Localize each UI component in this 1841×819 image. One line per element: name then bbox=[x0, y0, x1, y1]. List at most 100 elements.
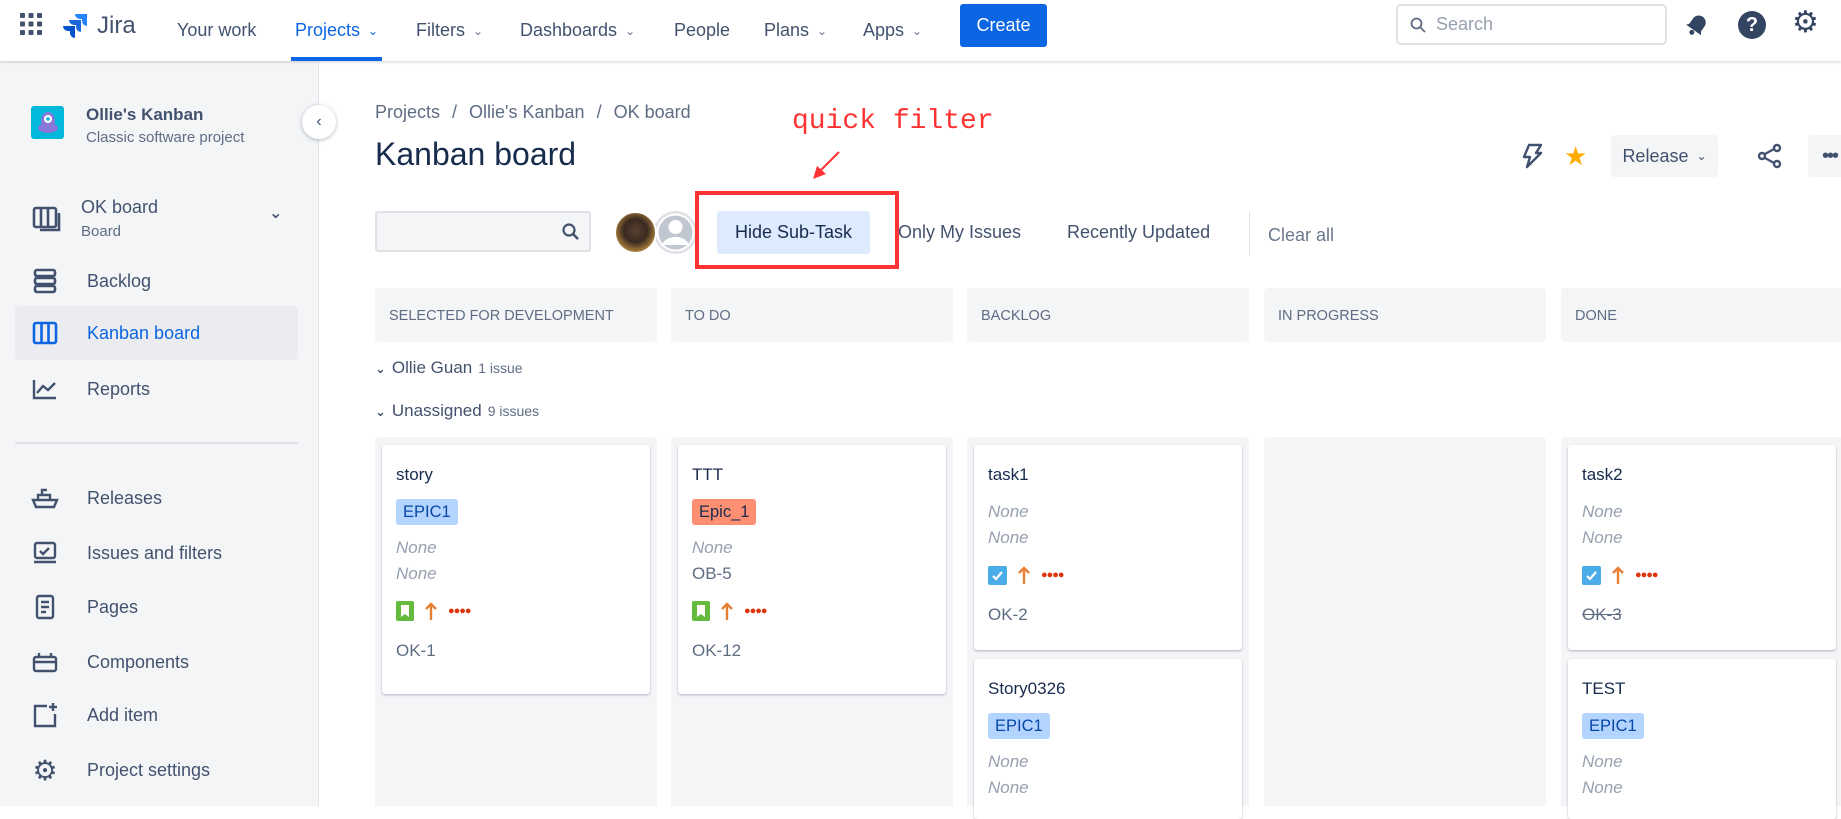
nav-filters[interactable]: Filters ⌄ bbox=[416, 0, 483, 61]
swimlane-count: 1 issue bbox=[478, 360, 523, 376]
swimlane-unassigned[interactable]: ⌄ Unassigned 9 issues bbox=[375, 401, 539, 421]
reports-chart-icon bbox=[31, 378, 59, 400]
issue-card-ok-12[interactable]: TTT Epic_1 None OB-5 ●●●● OK-12 bbox=[678, 445, 946, 694]
jira-logo[interactable]: Jira bbox=[63, 12, 136, 40]
board-subtitle: Board bbox=[81, 223, 122, 240]
sidebar-item-label: Pages bbox=[87, 596, 139, 617]
issue-key[interactable]: OK-2 bbox=[988, 603, 1228, 627]
create-button[interactable]: Create bbox=[960, 4, 1047, 47]
column-header-in-progress: IN PROGRESS bbox=[1264, 288, 1546, 342]
nav-projects[interactable]: Projects ⌄ bbox=[290, 0, 383, 61]
issue-card-story0326[interactable]: Story0326 EPIC1 None None bbox=[974, 659, 1242, 819]
epic-label[interactable]: EPIC1 bbox=[396, 499, 458, 525]
card-field: None bbox=[1582, 778, 1623, 797]
breadcrumb-board[interactable]: OK board bbox=[614, 102, 691, 123]
releases-ship-icon bbox=[31, 487, 59, 509]
chevron-down-icon: ⌄ bbox=[473, 23, 484, 38]
swimlane-ollie-guan[interactable]: ⌄ Ollie Guan 1 issue bbox=[375, 358, 523, 378]
breadcrumb-projects[interactable]: Projects bbox=[375, 102, 440, 123]
sidebar-item-issues-and-filters[interactable]: Issues and filters bbox=[15, 526, 298, 580]
project-name[interactable]: Ollie's Kanban bbox=[86, 105, 203, 125]
notifications-bell-icon[interactable] bbox=[1684, 12, 1710, 43]
nav-label: Projects bbox=[295, 20, 361, 40]
card-field: None bbox=[1582, 752, 1623, 771]
story-type-icon bbox=[396, 601, 414, 621]
priority-high-arrow-icon bbox=[1612, 566, 1624, 584]
task-type-icon bbox=[988, 565, 1007, 585]
backlog-icon bbox=[31, 268, 59, 294]
release-button[interactable]: Release ⌄ bbox=[1611, 135, 1718, 177]
column-header-done: DONE bbox=[1561, 288, 1841, 342]
sidebar-item-label: Backlog bbox=[87, 270, 152, 291]
card-field: None bbox=[988, 752, 1029, 771]
avatar-ollie-guan[interactable] bbox=[614, 211, 657, 254]
nav-label: Plans bbox=[764, 20, 810, 40]
clear-all-filters-link[interactable]: Clear all bbox=[1268, 225, 1334, 246]
sidebar-item-project-settings[interactable]: ⚙ Project settings bbox=[15, 743, 298, 797]
epic-label[interactable]: Epic_1 bbox=[692, 499, 757, 525]
chevron-down-icon: ⌄ bbox=[912, 23, 923, 38]
help-icon[interactable]: ? bbox=[1738, 11, 1766, 39]
epic-label[interactable]: EPIC1 bbox=[1582, 713, 1644, 739]
board-search-input[interactable] bbox=[375, 211, 591, 252]
column-in-progress bbox=[1264, 437, 1546, 806]
sidebar-item-components[interactable]: Components bbox=[15, 635, 298, 689]
automation-bolt-icon[interactable] bbox=[1521, 143, 1543, 174]
issue-key[interactable]: OK-1 bbox=[396, 639, 636, 663]
priority-high-arrow-icon bbox=[425, 602, 437, 620]
epic-label[interactable]: EPIC1 bbox=[988, 713, 1050, 739]
sidebar-item-reports[interactable]: Reports bbox=[15, 362, 298, 416]
card-title: TTT bbox=[692, 465, 724, 484]
top-navigation: Jira Your work Projects ⌄ Filters ⌄ Dashbo… bbox=[0, 0, 1841, 61]
more-actions-button[interactable]: ••• bbox=[1808, 135, 1841, 177]
issue-key[interactable]: OK-12 bbox=[692, 639, 932, 663]
filter-divider bbox=[1249, 212, 1250, 256]
settings-gear-icon[interactable]: ⚙ bbox=[1792, 8, 1819, 38]
issue-card-ok-3[interactable]: task2 None None ●●●● OK-3 bbox=[1568, 445, 1836, 650]
board-switcher[interactable]: OK board Board ⌄ bbox=[15, 191, 298, 247]
nav-apps[interactable]: Apps ⌄ bbox=[863, 0, 922, 61]
chevron-down-icon: ⌄ bbox=[269, 205, 283, 222]
issue-card-ok-2[interactable]: task1 None None ●●●● OK-2 bbox=[974, 445, 1242, 650]
nav-dashboards[interactable]: Dashboards ⌄ bbox=[520, 0, 635, 61]
sidebar-item-kanban-board[interactable]: Kanban board bbox=[15, 306, 298, 360]
column-header-to-do: TO DO bbox=[671, 288, 953, 342]
nav-your-work[interactable]: Your work bbox=[177, 0, 256, 61]
nav-people[interactable]: People bbox=[674, 0, 730, 61]
nav-label: Your work bbox=[177, 20, 257, 40]
chevron-left-icon: ‹ bbox=[316, 113, 322, 130]
task-type-icon bbox=[1582, 565, 1601, 585]
global-search-input[interactable]: Search bbox=[1396, 4, 1667, 45]
quick-filter-only-my-issues[interactable]: Only My Issues bbox=[898, 222, 1021, 243]
card-field: None bbox=[988, 778, 1029, 797]
card-field: None bbox=[988, 528, 1029, 547]
sidebar-item-backlog[interactable]: Backlog bbox=[15, 254, 298, 308]
quick-filter-recently-updated[interactable]: Recently Updated bbox=[1067, 222, 1210, 243]
breadcrumb-project[interactable]: Ollie's Kanban bbox=[469, 102, 585, 123]
sidebar-item-label: Reports bbox=[87, 378, 151, 399]
sidebar-item-releases[interactable]: Releases bbox=[15, 471, 298, 525]
project-sidebar: Ollie's Kanban Classic software project … bbox=[0, 61, 319, 806]
issue-card-ok-1[interactable]: story EPIC1 None None ●●●● OK-1 bbox=[382, 445, 650, 694]
annotation-arrow-icon bbox=[813, 151, 840, 179]
issue-card-test[interactable]: TEST EPIC1 None None bbox=[1568, 659, 1836, 819]
card-icons: ●●●● bbox=[1582, 563, 1822, 587]
breadcrumb-separator: / bbox=[596, 102, 602, 122]
board-name: OK board bbox=[81, 197, 159, 217]
estimate-dots-icon: ●●●● bbox=[448, 605, 472, 617]
column-done: task2 None None ●●●● OK-3 TEST EPIC1 Non… bbox=[1561, 437, 1841, 819]
avatar-unassigned[interactable] bbox=[654, 211, 697, 254]
app-switcher-icon[interactable] bbox=[20, 13, 42, 40]
collapse-sidebar-button[interactable]: ‹ bbox=[302, 105, 336, 139]
star-icon[interactable]: ★ bbox=[1564, 143, 1587, 169]
release-label: Release bbox=[1622, 145, 1689, 166]
sidebar-item-pages[interactable]: Pages bbox=[15, 580, 298, 634]
share-icon[interactable] bbox=[1757, 143, 1783, 174]
quick-filter-hide-sub-task[interactable]: Hide Sub-Task bbox=[717, 211, 870, 254]
chevron-down-icon: ⌄ bbox=[1696, 149, 1707, 163]
column-selected-for-development: story EPIC1 None None ●●●● OK-1 bbox=[375, 437, 657, 806]
nav-plans[interactable]: Plans ⌄ bbox=[764, 0, 827, 61]
issue-key[interactable]: OK-3 bbox=[1582, 603, 1822, 627]
sidebar-item-add-item[interactable]: Add item bbox=[15, 688, 298, 742]
more-dots-icon: ••• bbox=[1822, 145, 1839, 167]
